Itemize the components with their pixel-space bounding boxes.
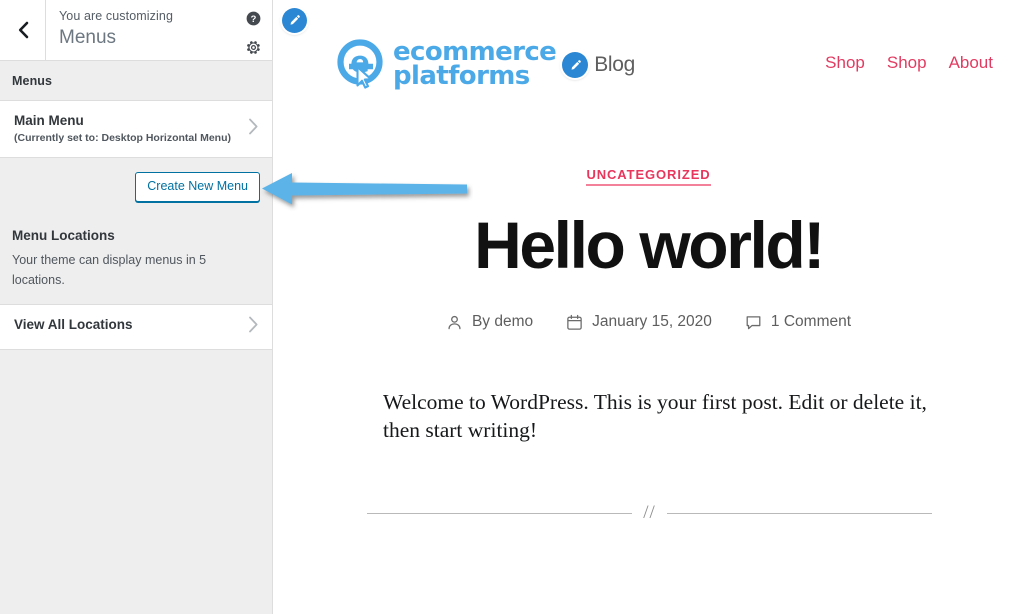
customizer-header: You are customizing Menus ? (0, 0, 272, 61)
create-menu-area: Create New Menu (0, 158, 272, 220)
svg-text:?: ? (250, 14, 256, 24)
post-category-link[interactable]: UNCATEGORIZED (586, 167, 711, 186)
create-new-menu-button[interactable]: Create New Menu (135, 172, 260, 202)
customizer-header-actions: ? (234, 0, 272, 60)
gear-icon[interactable] (246, 40, 261, 60)
comment-bubble-icon (745, 314, 762, 331)
customizer-sidebar: You are customizing Menus ? Menus Main M… (0, 0, 273, 614)
logo-line-2: platforms (393, 61, 530, 91)
sidebar-empty-space (0, 350, 272, 614)
post-author: By demo (446, 313, 533, 331)
chevron-right-icon (248, 316, 259, 338)
help-circle-icon[interactable]: ? (246, 11, 261, 31)
customizer-subtitle: You are customizing (59, 9, 174, 23)
sidebar-item-main-menu[interactable]: Main Menu (Currently set to: Desktop Hor… (0, 101, 272, 158)
divider-line-left (367, 513, 633, 515)
pencil-edit-icon[interactable] (562, 52, 589, 78)
view-all-locations-label: View All Locations (14, 317, 133, 332)
ecommerce-platforms-e-logo: e (335, 38, 389, 92)
customizer-title: Menus (59, 27, 117, 48)
post-divider: // (367, 501, 932, 525)
menu-locations-title: Menu Locations (12, 228, 115, 243)
sidebar-item-view-all-locations[interactable]: View All Locations (0, 305, 272, 350)
site-preview: e ecommerce platforms Blog Shop Shop Abo… (273, 0, 1024, 614)
menus-section-label: Menus (0, 61, 272, 101)
chevron-left-icon (16, 20, 30, 40)
divider-line-right (666, 513, 932, 515)
site-logo-wordmark: ecommerce platforms (393, 39, 557, 91)
divider-glyph: // (643, 501, 656, 523)
post-body-text: Welcome to WordPress. This is your first… (383, 390, 927, 443)
chevron-right-icon (248, 118, 259, 140)
post-date-label: January 15, 2020 (592, 313, 712, 330)
main-menu-subtitle: (Currently set to: Desktop Horizontal Me… (14, 132, 232, 144)
main-menu-title: Main Menu (14, 113, 84, 128)
nav-link-about[interactable]: About (949, 53, 993, 73)
post-author-label: By demo (471, 313, 534, 330)
post-meta: By demo January 15, 2020 1 Comment (333, 313, 964, 331)
back-button[interactable] (0, 0, 46, 60)
post-comments: 1 Comment (745, 313, 851, 331)
menu-locations-block: Menu Locations Your theme can display me… (0, 220, 272, 305)
customizer-header-text: You are customizing Menus (46, 0, 234, 60)
pencil-edit-icon[interactable] (282, 8, 307, 33)
post-date: January 15, 2020 (566, 313, 712, 331)
site-tagline: Blog (594, 53, 636, 76)
menu-locations-description: Your theme can display menus in 5 locati… (12, 253, 207, 287)
post-title: Hello world! (474, 208, 825, 282)
site-header: e ecommerce platforms Blog Shop Shop Abo… (273, 0, 1024, 92)
customizer-app: You are customizing Menus ? Menus Main M… (0, 0, 1024, 614)
nav-link-shop-2[interactable]: Shop (887, 53, 927, 73)
site-branding[interactable]: e ecommerce platforms Blog (335, 38, 635, 92)
post-article: UNCATEGORIZED Hello world! By demo Janua… (273, 166, 1024, 525)
calendar-icon (566, 314, 583, 331)
post-comments-label: 1 Comment (770, 313, 852, 330)
nav-link-shop-1[interactable]: Shop (825, 53, 865, 73)
site-navigation: Shop Shop About (825, 53, 993, 77)
person-icon (446, 314, 463, 331)
